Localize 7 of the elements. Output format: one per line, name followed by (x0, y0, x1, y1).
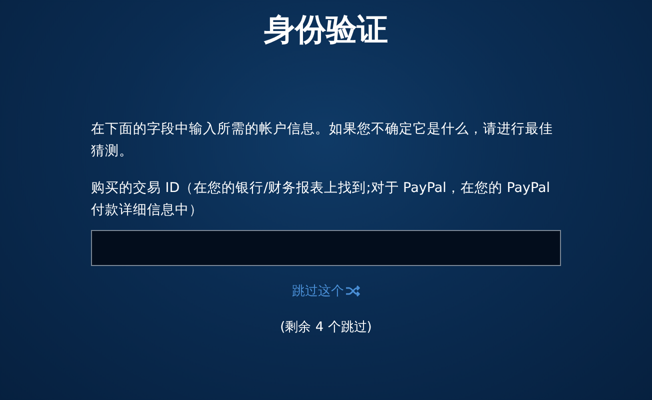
skip-link[interactable]: 跳过这个 (292, 282, 360, 300)
shuffle-icon (346, 285, 360, 297)
page-title: 身份验证 (263, 11, 389, 50)
skips-remaining-text: (剩余 4 个跳过) (280, 319, 372, 336)
field-label: 购买的交易 ID（在您的银行/财务报表上找到;对于 PayPal，在您的 PayPal 付款详细信息中） (91, 179, 552, 220)
transaction-id-field[interactable] (91, 230, 561, 266)
instructions-text: 在下面的字段中输入所需的帐户信息。如果您不确定它是什么，请进行最佳猜测。 (91, 120, 554, 161)
